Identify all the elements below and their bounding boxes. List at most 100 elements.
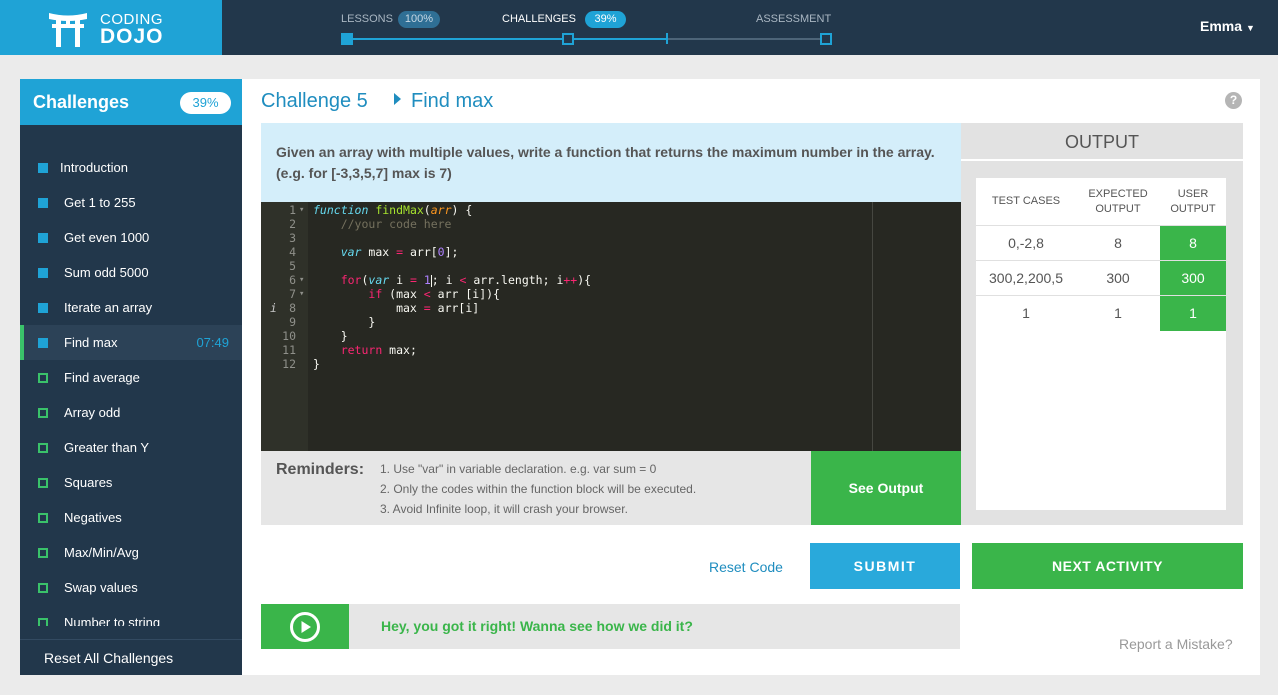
line-number: 3 xyxy=(289,231,296,245)
help-icon[interactable]: ? xyxy=(1225,92,1242,109)
incomplete-square-icon xyxy=(38,442,48,453)
output-row: 0,-2,8 8 8 xyxy=(976,225,1226,261)
progress-node-lessons[interactable] xyxy=(341,33,353,45)
line-number: 7 xyxy=(289,287,296,301)
code-text[interactable]: function findMax(arr) { xyxy=(313,203,472,217)
caret-down-icon: ▼ xyxy=(1246,23,1255,33)
submit-button[interactable]: SUBMIT xyxy=(810,543,960,589)
user-menu[interactable]: Emma ▼ xyxy=(1200,18,1255,34)
column-header-user-output: USER OUTPUT xyxy=(1170,187,1216,215)
code-line[interactable]: 12} xyxy=(261,357,961,371)
line-number: 5 xyxy=(289,259,296,273)
sidebar-item-label: Introduction xyxy=(60,160,128,175)
complete-square-icon xyxy=(38,302,48,313)
sidebar-item-label: Array odd xyxy=(64,405,121,420)
code-text[interactable]: //your code here xyxy=(313,217,452,231)
code-text[interactable]: return max; xyxy=(313,343,417,357)
complete-square-icon xyxy=(38,267,48,278)
sidebar-item[interactable]: Negatives xyxy=(20,500,242,535)
play-video-button[interactable] xyxy=(261,604,349,649)
report-mistake-link[interactable]: Report a Mistake? xyxy=(1119,636,1233,652)
incomplete-square-icon xyxy=(38,512,48,523)
sidebar-item[interactable]: Array odd xyxy=(20,395,242,430)
complete-square-icon xyxy=(38,337,48,348)
expected-cell: 8 xyxy=(1114,235,1122,251)
sidebar-item-label: Sum odd 5000 xyxy=(64,265,149,280)
sidebar-item[interactable]: Swap values xyxy=(20,570,242,605)
code-line[interactable]: 2 //your code here xyxy=(261,217,961,231)
code-line[interactable]: 9 } xyxy=(261,315,961,329)
code-text[interactable]: } xyxy=(313,315,375,329)
fold-arrow-icon[interactable]: ▾ xyxy=(299,287,304,301)
challenges-sidebar: Challenges 39% Introduction Get 1 to 255 G… xyxy=(20,79,242,675)
reset-all-challenges-button[interactable]: Reset All Challenges xyxy=(20,639,242,675)
code-editor[interactable]: 1 ▾ function findMax(arr) {2 //your code h… xyxy=(261,202,961,451)
code-text[interactable]: if (max < arr [i]){ xyxy=(313,287,500,301)
incomplete-square-icon xyxy=(38,617,48,626)
fold-arrow-icon[interactable]: ▾ xyxy=(299,203,304,217)
code-line[interactable]: 7 ▾ if (max < arr [i]){ xyxy=(261,287,961,301)
breadcrumb-arrow-icon xyxy=(394,93,401,105)
sidebar-item[interactable]: Iterate an array xyxy=(20,290,242,325)
sidebar-item[interactable]: Squares xyxy=(20,465,242,500)
reset-code-link[interactable]: Reset Code xyxy=(709,559,783,575)
output-table: TEST CASES EXPECTED OUTPUT USER OUTPUT 0… xyxy=(976,178,1226,510)
sidebar-item[interactable]: Greater than Y xyxy=(20,430,242,465)
sidebar-item-label: Number to string xyxy=(64,615,161,626)
code-line[interactable]: 11 return max; xyxy=(261,343,961,357)
sidebar-item[interactable]: Number to string xyxy=(20,605,242,626)
code-text[interactable]: for(var i = 1; i < arr.length; i++){ xyxy=(313,273,591,287)
progress-lessons-label[interactable]: LESSONS xyxy=(341,13,393,25)
progress-assessment-label[interactable]: ASSESSMENT xyxy=(756,13,831,25)
incomplete-square-icon xyxy=(38,547,48,558)
coding-dojo-logo[interactable]: CODING DOJO xyxy=(0,0,222,55)
reminder-item: 3. Avoid Infinite loop, it will crash yo… xyxy=(380,502,628,516)
code-text[interactable]: var max = arr[0]; xyxy=(313,245,459,259)
incomplete-square-icon xyxy=(38,477,48,488)
progress-challenges-label[interactable]: CHALLENGES xyxy=(502,13,576,25)
code-line[interactable]: 6 ▾ for(var i = 1; i < arr.length; i++){ xyxy=(261,273,961,287)
sidebar-item-label: Swap values xyxy=(64,580,138,595)
code-line[interactable]: 1 ▾ function findMax(arr) { xyxy=(261,203,961,217)
progress-node-assessment[interactable] xyxy=(820,33,832,45)
see-output-button[interactable]: See Output xyxy=(811,451,961,525)
code-text[interactable]: } xyxy=(313,329,348,343)
solution-banner-text[interactable]: Hey, you got it right! Wanna see how we … xyxy=(381,618,693,634)
complete-square-icon xyxy=(38,162,48,173)
sidebar-item[interactable]: Introduction xyxy=(20,150,242,185)
code-line[interactable]: 3 xyxy=(261,231,961,245)
code-line[interactable]: 8i max = arr[i] xyxy=(261,301,961,315)
fold-arrow-icon[interactable]: ▾ xyxy=(299,273,304,287)
code-line[interactable]: 4 var max = arr[0]; xyxy=(261,245,961,259)
sidebar-item[interactable]: Find average xyxy=(20,360,242,395)
sidebar-item[interactable]: Sum odd 5000 xyxy=(20,255,242,290)
line-number: 10 xyxy=(282,329,296,343)
code-text[interactable]: } xyxy=(313,357,320,371)
code-line[interactable]: 10 } xyxy=(261,329,961,343)
sidebar-item-label: Greater than Y xyxy=(64,440,150,455)
code-line[interactable]: 5 xyxy=(261,259,961,273)
sidebar-item[interactable]: Get 1 to 255 xyxy=(20,185,242,220)
line-number: 1 xyxy=(289,203,296,217)
reminders-box: Reminders: 1. Use "var" in variable decl… xyxy=(261,451,811,525)
test-cell: 300,2,200,5 xyxy=(989,270,1063,286)
sidebar-item[interactable]: Max/Min/Avg xyxy=(20,535,242,570)
user-cell: 1 xyxy=(1160,296,1226,331)
line-number: 2 xyxy=(289,217,296,231)
line-number: 8 xyxy=(289,301,296,315)
sidebar-item-label: Squares xyxy=(64,475,113,490)
sidebar-item[interactable]: Get even 1000 xyxy=(20,220,242,255)
progress-node-challenges[interactable] xyxy=(562,33,574,45)
sidebar-progress-badge: 39% xyxy=(180,92,231,114)
reminder-item: 1. Use "var" in variable declaration. e.… xyxy=(380,462,657,476)
challenge-timer: 07:49 xyxy=(196,335,229,350)
code-text[interactable]: max = arr[i] xyxy=(313,301,479,315)
next-activity-button[interactable]: NEXT ACTIVITY xyxy=(972,543,1243,589)
line-number: 9 xyxy=(289,315,296,329)
info-annotation-icon[interactable]: i xyxy=(270,301,277,315)
sidebar-item[interactable]: Find max 07:49 xyxy=(20,325,242,360)
solution-banner[interactable]: Hey, you got it right! Wanna see how we … xyxy=(261,604,960,649)
column-header-expected-output: EXPECTED OUTPUT xyxy=(1088,187,1148,215)
challenge-name: Find max xyxy=(411,90,494,112)
expected-cell: 1 xyxy=(1114,305,1122,321)
